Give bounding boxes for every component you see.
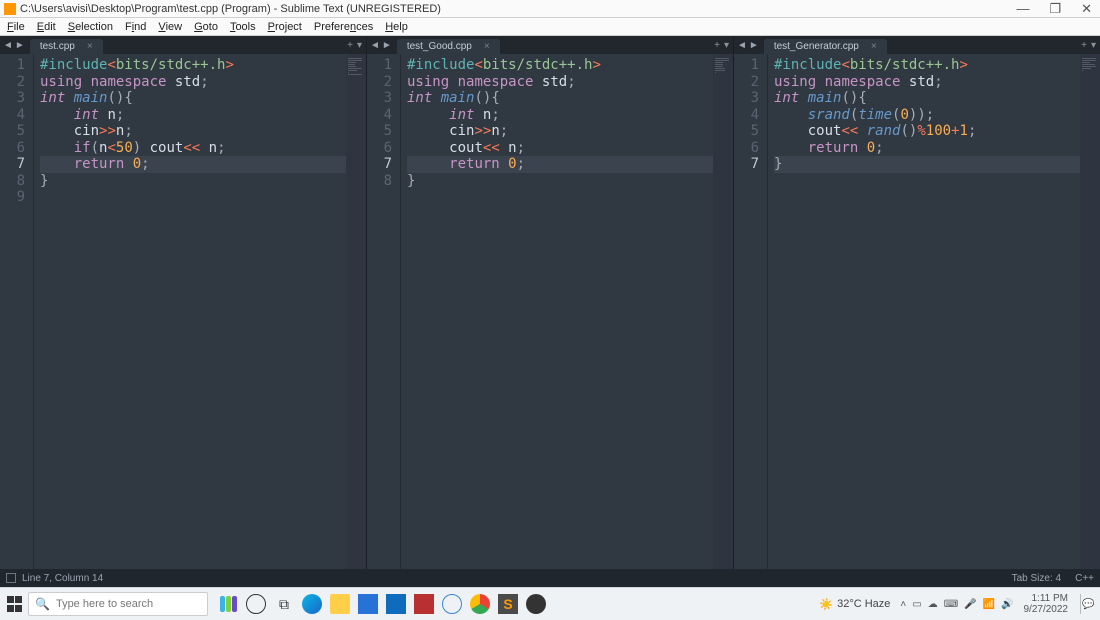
tab-label: test_Generator.cpp	[774, 41, 859, 52]
nav-arrows-1: ◄ ►	[0, 40, 28, 51]
mic-icon[interactable]: 🎤	[964, 599, 976, 610]
workspace: ◄ ► test.cpp × + ▾ 123456789 #include<bi…	[0, 36, 1100, 569]
menu-preferences[interactable]: Preferences	[309, 20, 378, 34]
tab-test-generator[interactable]: test_Generator.cpp ×	[764, 39, 887, 54]
menu-edit[interactable]: Edit	[32, 20, 61, 34]
edge-icon[interactable]	[302, 594, 322, 614]
clock-app-icon[interactable]	[442, 594, 462, 614]
panel-icon[interactable]	[6, 573, 16, 583]
system-tray: ˄ ▭ ☁ ⌨ 🎤 📶 🔊 1:11 PM 9/27/2022 💬	[900, 593, 1096, 615]
titlebar: C:\Users\avisi\Desktop\Program\test.cpp …	[0, 0, 1100, 18]
gutter-3: 1234567	[734, 54, 768, 569]
menu-view[interactable]: View	[153, 20, 187, 34]
weather-text: 32°C Haze	[837, 598, 890, 610]
taskbar-search[interactable]: 🔍 Type here to search	[28, 592, 208, 616]
gutter-1: 123456789	[0, 54, 34, 569]
tab-row-3: ◄ ► test_Generator.cpp × + ▾	[734, 36, 1100, 54]
tab-row-2: ◄ ► test_Good.cpp × + ▾	[367, 36, 733, 54]
tab-menu-icon[interactable]: ▾	[724, 40, 729, 51]
weather-icon: ☀️	[819, 598, 833, 611]
close-button[interactable]: ✕	[1077, 1, 1096, 17]
minimap-3[interactable]	[1080, 54, 1100, 569]
window-controls: — ❐ ✕	[1012, 1, 1096, 17]
pane-3: ◄ ► test_Generator.cpp × + ▾ 1234567 #in…	[734, 36, 1100, 569]
maximize-button[interactable]: ❐	[1045, 1, 1065, 17]
mail-icon[interactable]	[386, 594, 406, 614]
battery-icon[interactable]: ▭	[912, 599, 921, 610]
taskbar: 🔍 Type here to search ⧉ S ☀️ 32°C Haze ˄…	[0, 587, 1100, 620]
menu-selection[interactable]: Selection	[63, 20, 118, 34]
ms-store-icon[interactable]	[358, 594, 378, 614]
app-cluster-icon[interactable]	[218, 594, 238, 614]
tab-label: test_Good.cpp	[407, 41, 472, 52]
menu-tools[interactable]: Tools	[225, 20, 261, 34]
menu-goto[interactable]: Goto	[189, 20, 223, 34]
tab-test-good[interactable]: test_Good.cpp ×	[397, 39, 500, 54]
start-button[interactable]	[4, 593, 26, 615]
minimap-1[interactable]	[346, 54, 366, 569]
nav-back-icon[interactable]: ◄	[3, 40, 13, 51]
nav-fwd-icon[interactable]: ►	[382, 40, 392, 51]
tab-row-1: ◄ ► test.cpp × + ▾	[0, 36, 366, 54]
tab-close-icon[interactable]: ×	[871, 41, 877, 52]
code-3[interactable]: #include<bits/stdc++.h>using namespace s…	[768, 54, 1080, 569]
menu-help[interactable]: Help	[380, 20, 413, 34]
minimap-2[interactable]	[713, 54, 733, 569]
nav-back-icon[interactable]: ◄	[370, 40, 380, 51]
menubar: File Edit Selection Find View Goto Tools…	[0, 18, 1100, 36]
tab-close-icon[interactable]: ×	[484, 41, 490, 52]
tray-overflow-icon[interactable]: ˄	[900, 599, 906, 610]
taskbar-clock[interactable]: 1:11 PM 9/27/2022	[1024, 593, 1069, 615]
tab-add-icon[interactable]: +	[347, 40, 353, 51]
status-tab-size[interactable]: Tab Size: 4	[1012, 573, 1061, 584]
code-1[interactable]: #include<bits/stdc++.h>using namespace s…	[34, 54, 346, 569]
pane-2: ◄ ► test_Good.cpp × + ▾ 12345678 #includ…	[367, 36, 734, 569]
code-2[interactable]: #include<bits/stdc++.h>using namespace s…	[401, 54, 713, 569]
app-icon	[4, 3, 16, 15]
sublime-icon[interactable]: S	[498, 594, 518, 614]
taskbar-date: 9/27/2022	[1024, 604, 1069, 615]
tab-add-icon[interactable]: +	[1081, 40, 1087, 51]
weather-widget[interactable]: ☀️ 32°C Haze	[819, 598, 890, 611]
chrome-icon[interactable]	[470, 594, 490, 614]
keyboard-icon[interactable]: ⌨	[944, 599, 958, 610]
nav-fwd-icon[interactable]: ►	[749, 40, 759, 51]
nav-back-icon[interactable]: ◄	[737, 40, 747, 51]
onedrive-icon[interactable]: ☁	[928, 599, 938, 610]
status-line-col: Line 7, Column 14	[22, 573, 103, 584]
statusbar: Line 7, Column 14 Tab Size: 4 C++	[0, 569, 1100, 587]
nav-arrows-2: ◄ ►	[367, 40, 395, 51]
volume-icon[interactable]: 🔊	[1001, 599, 1013, 610]
tab-add-icon[interactable]: +	[714, 40, 720, 51]
menu-project[interactable]: Project	[263, 20, 307, 34]
tab-test[interactable]: test.cpp ×	[30, 39, 103, 54]
nav-fwd-icon[interactable]: ►	[15, 40, 25, 51]
gutter-2: 12345678	[367, 54, 401, 569]
menu-file[interactable]: File	[2, 20, 30, 34]
search-icon: 🔍	[35, 597, 50, 611]
file-explorer-icon[interactable]	[330, 594, 350, 614]
tab-close-icon[interactable]: ×	[87, 41, 93, 52]
status-syntax[interactable]: C++	[1075, 573, 1094, 584]
minimize-button[interactable]: —	[1012, 1, 1033, 17]
taskbar-time: 1:11 PM	[1024, 593, 1069, 604]
tab-menu-icon[interactable]: ▾	[1091, 40, 1096, 51]
tab-menu-icon[interactable]: ▾	[357, 40, 362, 51]
editor-3[interactable]: 1234567 #include<bits/stdc++.h>using nam…	[734, 54, 1100, 569]
wifi-icon[interactable]: 📶	[983, 599, 995, 610]
menu-find[interactable]: Find	[120, 20, 151, 34]
window-title: C:\Users\avisi\Desktop\Program\test.cpp …	[20, 3, 1012, 15]
taskbar-apps: ⧉ S	[218, 594, 546, 614]
app-dark-icon[interactable]	[526, 594, 546, 614]
editor-1[interactable]: 123456789 #include<bits/stdc++.h>using n…	[0, 54, 366, 569]
tab-label: test.cpp	[40, 41, 75, 52]
editor-2[interactable]: 12345678 #include<bits/stdc++.h>using na…	[367, 54, 733, 569]
task-view-icon[interactable]: ⧉	[274, 594, 294, 614]
app-red-icon[interactable]	[414, 594, 434, 614]
search-placeholder: Type here to search	[56, 598, 153, 610]
cortana-icon[interactable]	[246, 594, 266, 614]
notifications-icon[interactable]: 💬	[1080, 594, 1096, 614]
nav-arrows-3: ◄ ►	[734, 40, 762, 51]
pane-1: ◄ ► test.cpp × + ▾ 123456789 #include<bi…	[0, 36, 367, 569]
